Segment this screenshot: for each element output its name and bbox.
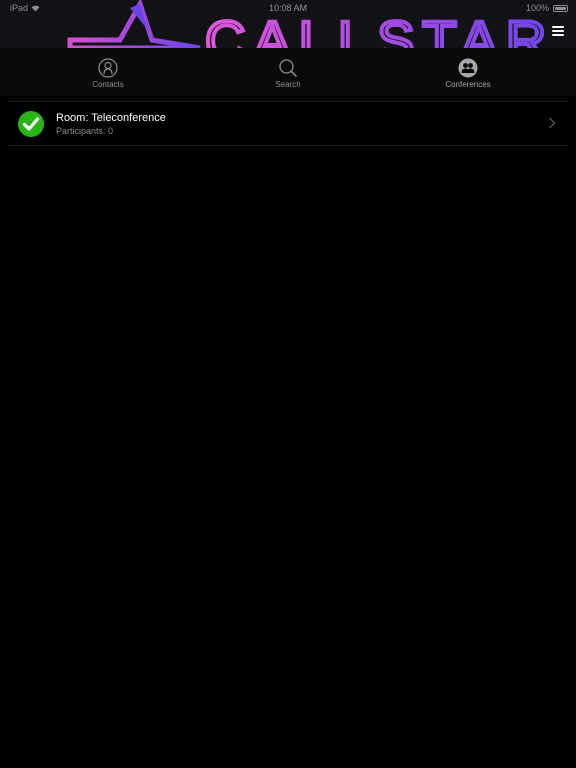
list-item-text: Room: Teleconference Participants: 0 — [56, 112, 166, 136]
battery-icon — [553, 4, 568, 12]
status-battery: 100% — [526, 3, 568, 13]
tab-conferences-label: Conferences — [445, 80, 491, 89]
tab-conferences[interactable]: Conferences — [360, 48, 576, 96]
search-icon — [279, 59, 298, 78]
tab-contacts-label: Contacts — [92, 80, 124, 89]
hamburger-icon — [552, 26, 564, 28]
conference-list: Room: Teleconference Participants: 0 — [8, 101, 568, 146]
menu-button[interactable] — [552, 24, 568, 38]
list-item[interactable]: Room: Teleconference Participants: 0 — [8, 102, 568, 145]
header-banner: CALLSTAR iPad 10:08 AM 100% — [0, 0, 576, 48]
chevron-right-icon — [549, 117, 556, 129]
conferences-group-icon — [458, 58, 478, 78]
list-item-subtitle: Participants: 0 — [56, 125, 114, 136]
app-root: CALLSTAR iPad 10:08 AM 100% Contacts Sea… — [0, 0, 576, 768]
contact-person-icon — [98, 58, 118, 78]
hamburger-icon-line — [552, 30, 564, 32]
tab-search[interactable]: Search — [216, 48, 360, 96]
list-item-title: Room: Teleconference — [56, 111, 166, 124]
green-check-icon — [18, 110, 44, 137]
tab-search-label: Search — [275, 80, 301, 89]
tab-contacts[interactable]: Contacts — [0, 48, 216, 96]
status-bar: iPad 10:08 AM 100% — [0, 0, 576, 16]
hamburger-icon-line — [552, 34, 564, 36]
list-divider — [8, 145, 568, 146]
status-time: 10:08 AM — [268, 3, 308, 13]
tab-bar: Contacts Search Conferences — [0, 48, 576, 96]
